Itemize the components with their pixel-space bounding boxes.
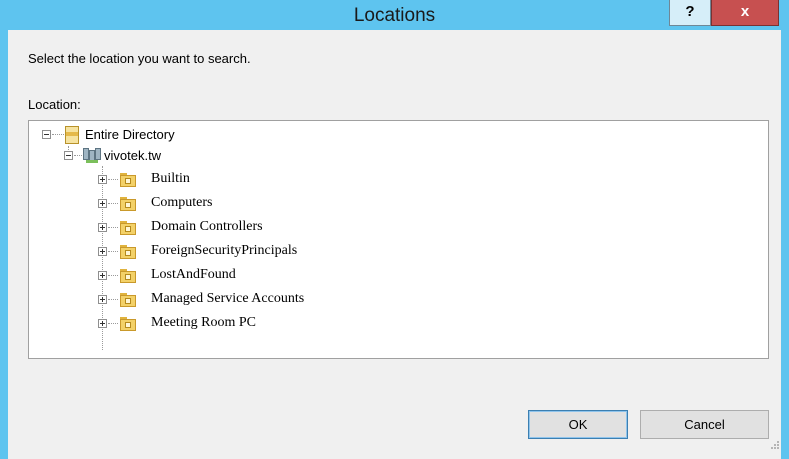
expand-icon[interactable] — [98, 295, 107, 304]
tree-node-managed-service-accounts[interactable]: Managed Service Accounts — [29, 290, 429, 310]
ok-button[interactable]: OK — [528, 410, 628, 439]
location-label: Location: — [28, 97, 81, 112]
folder-icon — [120, 245, 136, 259]
close-button[interactable]: x — [711, 0, 779, 26]
tree-node-meeting-room-pc[interactable]: Meeting Room PC — [29, 314, 429, 334]
expand-icon[interactable] — [98, 247, 107, 256]
expand-icon[interactable] — [98, 175, 107, 184]
folder-icon — [120, 197, 136, 211]
collapse-icon[interactable] — [64, 151, 73, 160]
tree-node-label: Managed Service Accounts — [151, 291, 305, 306]
tree-node-domain[interactable]: vivotek.tw — [29, 146, 329, 166]
tree-node-computers[interactable]: Computers — [29, 194, 429, 214]
cancel-button[interactable]: Cancel — [640, 410, 769, 439]
tree-node-label: Builtin — [151, 171, 190, 186]
domain-icon — [83, 148, 101, 164]
tree-connector — [108, 227, 118, 228]
tree-node-entire-directory[interactable]: Entire Directory — [29, 125, 329, 145]
folder-icon — [120, 317, 136, 331]
tree-connector — [108, 323, 118, 324]
tree-node-foreign-security-principals[interactable]: ForeignSecurityPrincipals — [29, 242, 429, 262]
title-bar[interactable]: Locations ? x — [0, 0, 789, 30]
location-tree[interactable]: Entire Directory vivotek.tw Builtin Comp… — [28, 120, 769, 359]
tree-connector — [108, 275, 118, 276]
folder-icon — [120, 221, 136, 235]
tree-connector — [108, 179, 118, 180]
tree-connector — [108, 299, 118, 300]
help-button[interactable]: ? — [669, 0, 711, 26]
folder-icon — [120, 173, 136, 187]
tree-node-label: LostAndFound — [151, 267, 236, 282]
instruction-text: Select the location you want to search. — [28, 51, 251, 66]
tree-node-label: Domain Controllers — [151, 219, 263, 234]
folder-icon — [120, 269, 136, 283]
tree-node-domain-controllers[interactable]: Domain Controllers — [29, 218, 429, 238]
tree-node-builtin[interactable]: Builtin — [29, 170, 429, 190]
tree-node-label: Computers — [151, 195, 213, 210]
tree-node-label: ForeignSecurityPrincipals — [151, 243, 298, 258]
expand-icon[interactable] — [98, 199, 107, 208]
tree-connector — [108, 203, 118, 204]
tree-node-label: Meeting Room PC — [151, 315, 257, 330]
tree-node-lost-and-found[interactable]: LostAndFound — [29, 266, 429, 286]
locations-dialog: Locations ? x Select the location you wa… — [0, 0, 789, 459]
directory-icon — [65, 126, 79, 144]
tree-connector — [74, 155, 82, 156]
expand-icon[interactable] — [98, 271, 107, 280]
tree-node-label: vivotek.tw — [104, 148, 162, 163]
tree-connector — [108, 251, 118, 252]
collapse-icon[interactable] — [42, 130, 51, 139]
expand-icon[interactable] — [98, 223, 107, 232]
folder-icon — [120, 293, 136, 307]
resize-grip-icon[interactable] — [770, 440, 780, 450]
expand-icon[interactable] — [98, 319, 107, 328]
tree-node-label: Entire Directory — [85, 127, 175, 142]
tree-connector — [52, 134, 64, 135]
